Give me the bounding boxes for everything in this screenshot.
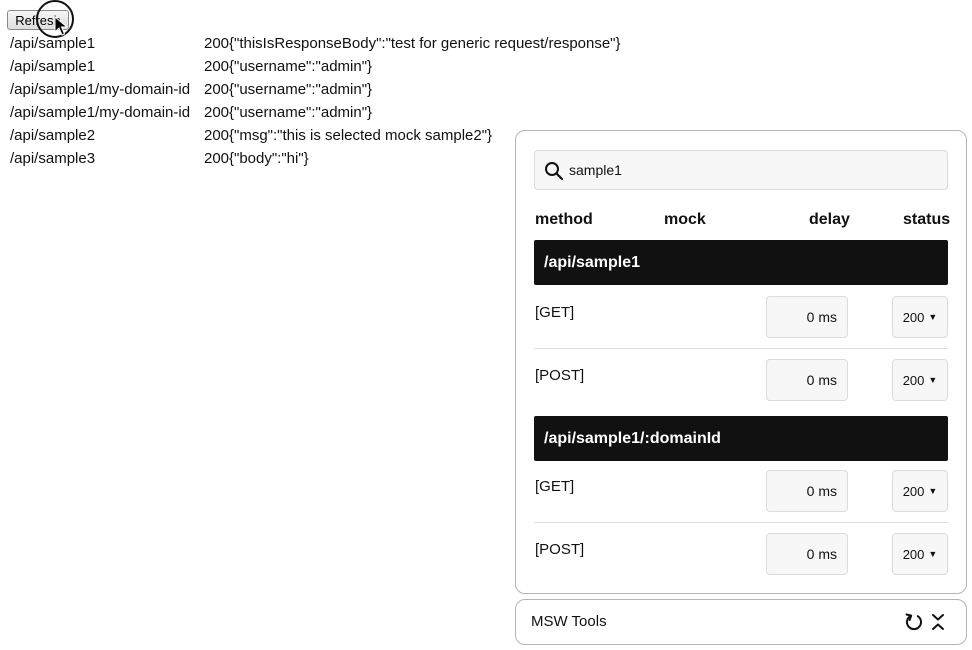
handler-method: [GET]	[535, 304, 575, 321]
status-select[interactable]: 200 ▼	[892, 470, 948, 512]
route-group-header: /api/sample1/:domainId	[534, 416, 948, 461]
status-value: 200	[902, 483, 925, 499]
log-body: {"body":"hi"}	[229, 150, 309, 167]
log-path: /api/sample3	[10, 150, 96, 167]
log-path: /api/sample1/my-domain-id	[10, 81, 191, 98]
status-value: 200	[902, 372, 925, 388]
log-path: /api/sample1	[10, 58, 96, 75]
handler-method: [POST]	[535, 367, 585, 384]
delay-value: 0 ms	[806, 309, 837, 325]
reset-icon[interactable]	[904, 612, 924, 632]
collapse-icon[interactable]	[930, 612, 946, 632]
status-select[interactable]: 200 ▼	[892, 533, 948, 575]
search-box[interactable]	[534, 150, 948, 190]
search-input[interactable]	[569, 151, 939, 189]
log-row: /api/sample1 200 {"thisIsResponseBody":"…	[10, 32, 621, 55]
log-body: {"msg":"this is selected mock sample2"}	[229, 127, 493, 144]
log-body: {"username":"admin"}	[229, 104, 373, 121]
log-row: /api/sample1/my-domain-id 200 {"username…	[10, 101, 621, 124]
log-status: 200	[204, 150, 230, 167]
column-header-delay: delay	[809, 211, 850, 228]
log-path: /api/sample1	[10, 35, 96, 52]
status-value: 200	[902, 546, 925, 562]
log-status: 200	[204, 127, 230, 144]
delay-input[interactable]: 0 ms	[766, 359, 848, 401]
column-header-mock: mock	[664, 211, 706, 228]
delay-value: 0 ms	[806, 546, 837, 562]
log-row: /api/sample1 200 {"username":"admin"}	[10, 55, 621, 78]
log-status: 200	[204, 35, 230, 52]
log-body: {"username":"admin"}	[229, 81, 373, 98]
msw-tools-bar[interactable]: MSW Tools	[515, 599, 967, 645]
status-select[interactable]: 200 ▼	[892, 296, 948, 338]
log-path: /api/sample2	[10, 127, 96, 144]
delay-value: 0 ms	[806, 372, 837, 388]
status-value: 200	[902, 309, 925, 325]
handler-row: [POST] 0 ms 200 ▼	[534, 349, 948, 411]
delay-value: 0 ms	[806, 483, 837, 499]
log-row: /api/sample1/my-domain-id 200 {"username…	[10, 78, 621, 101]
log-status: 200	[204, 81, 230, 98]
status-select[interactable]: 200 ▼	[892, 359, 948, 401]
log-status: 200	[204, 58, 230, 75]
caret-down-icon: ▼	[928, 549, 938, 559]
tools-title: MSW Tools	[531, 613, 607, 630]
delay-input[interactable]: 0 ms	[766, 533, 848, 575]
msw-panel: method mock delay status /api/sample1 [G…	[515, 130, 967, 594]
delay-input[interactable]: 0 ms	[766, 470, 848, 512]
handler-row: [POST] 0 ms 200 ▼	[534, 523, 948, 585]
handler-row: [GET] 0 ms 200 ▼	[534, 460, 948, 523]
column-header-method: method	[535, 211, 593, 228]
handler-method: [GET]	[535, 478, 575, 495]
log-path: /api/sample1/my-domain-id	[10, 104, 191, 121]
caret-down-icon: ▼	[928, 312, 938, 322]
handler-row: [GET] 0 ms 200 ▼	[534, 286, 948, 349]
caret-down-icon: ▼	[928, 486, 938, 496]
handler-method: [POST]	[535, 541, 585, 558]
delay-input[interactable]: 0 ms	[766, 296, 848, 338]
search-icon	[545, 162, 564, 181]
log-body: {"thisIsResponseBody":"test for generic …	[229, 35, 621, 52]
route-group-header: /api/sample1	[534, 240, 948, 285]
log-status: 200	[204, 104, 230, 121]
caret-down-icon: ▼	[928, 375, 938, 385]
log-body: {"username":"admin"}	[229, 58, 373, 75]
column-header-status: status	[903, 211, 951, 228]
